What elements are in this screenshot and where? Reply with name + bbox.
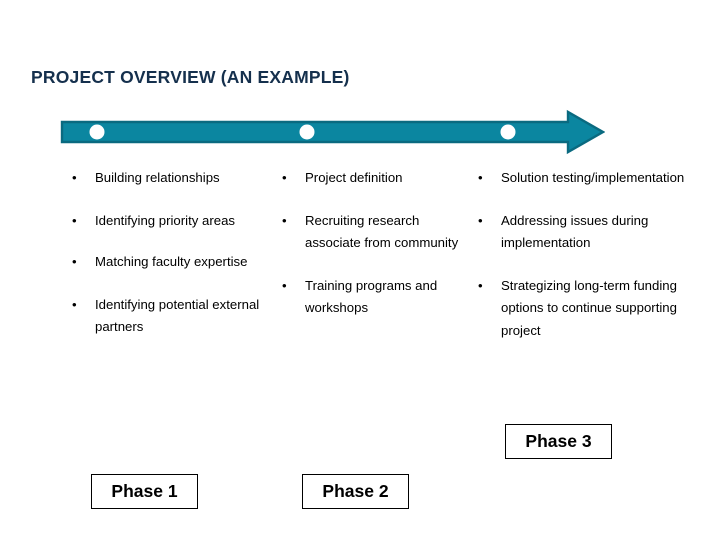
presentation-slide: PROJECT OVERVIEW (AN EXAMPLE) • Building… <box>0 0 720 540</box>
timeline-marker-2 <box>299 124 315 140</box>
phase-3-label-box: Phase 3 <box>505 424 612 459</box>
list-item: • Project definition <box>276 167 461 190</box>
timeline-marker-3 <box>500 124 516 140</box>
list-item-label: Matching faculty expertise <box>95 254 248 270</box>
bullet-icon: • <box>282 212 287 228</box>
bullet-icon: • <box>282 277 287 293</box>
bullet-icon: • <box>72 212 77 228</box>
list-item-label: Training programs and workshops <box>305 277 438 316</box>
list-item-label: Recruiting research associate from commu… <box>305 212 459 251</box>
bullet-icon: • <box>72 170 77 185</box>
timeline-arrow-graphic <box>60 109 605 155</box>
list-item-label: Building relationships <box>95 170 220 185</box>
bullet-icon: • <box>478 277 483 293</box>
bullet-icon: • <box>72 296 77 312</box>
list-item-label: Solution testing/implementation <box>501 170 685 185</box>
phase-1-bullet-column: • Building relationships • Identifying p… <box>66 167 266 339</box>
list-item: • Training programs and workshops <box>276 275 461 320</box>
list-item-label: Project definition <box>305 170 403 185</box>
list-item-label: Identifying priority areas <box>95 212 236 228</box>
list-item-label: Identifying potential external partners <box>95 296 260 335</box>
list-item: • Recruiting research associate from com… <box>276 210 461 255</box>
phase-2-label-box: Phase 2 <box>302 474 409 509</box>
list-item: • Identifying priority areas <box>66 210 266 233</box>
bullet-icon: • <box>478 170 483 185</box>
bullet-icon: • <box>72 254 77 270</box>
list-item-label: Strategizing long-term funding options t… <box>501 277 677 338</box>
list-item-label: Addressing issues during implementation <box>501 212 649 251</box>
list-item: • Identifying potential external partner… <box>66 294 266 339</box>
phase-2-bullet-column: • Project definition • Recruiting resear… <box>276 167 461 320</box>
bullet-icon: • <box>282 170 287 185</box>
list-item: • Strategizing long-term funding options… <box>472 275 707 343</box>
phase-timeline-arrow <box>60 106 605 158</box>
page-title: PROJECT OVERVIEW (AN EXAMPLE) <box>31 67 350 87</box>
bullet-icon: • <box>478 212 483 228</box>
phase-3-bullet-column: • Solution testing/implementation • Addr… <box>472 167 707 343</box>
arrow-shape <box>60 109 605 155</box>
timeline-marker-1 <box>89 124 105 140</box>
list-item: • Addressing issues during implementatio… <box>472 210 707 255</box>
list-item: • Matching faculty expertise <box>66 251 266 274</box>
list-item: • Solution testing/implementation <box>472 167 707 190</box>
phase-1-label-box: Phase 1 <box>91 474 198 509</box>
list-item: • Building relationships <box>66 167 266 190</box>
